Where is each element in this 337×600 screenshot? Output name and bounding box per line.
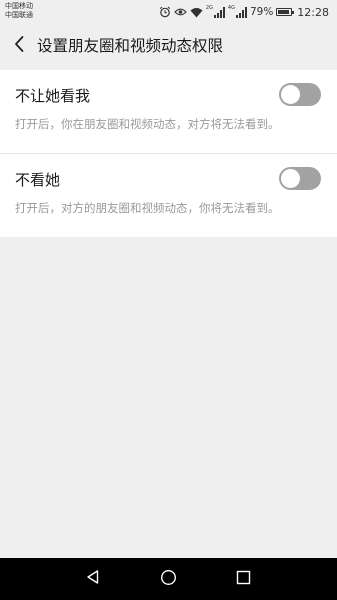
eye-comfort-icon [174, 6, 187, 18]
nav-home-icon [160, 569, 177, 590]
system-nav-bar [0, 558, 337, 600]
setting-description: 打开后，对方的朋友圈和视频动态，你将无法看到。 [15, 201, 280, 215]
carrier-1: 中国移动 [5, 2, 33, 10]
status-indicators: 2G 4G 79% 12:28 [159, 4, 329, 20]
battery-level [278, 10, 290, 14]
nav-recent-icon [236, 570, 251, 589]
hide-her-moments-toggle[interactable] [279, 167, 321, 190]
nav-home-button[interactable] [155, 567, 181, 591]
setting-label: 不看她 [15, 171, 61, 189]
carrier-info: 中国移动 中国联通 [5, 2, 33, 20]
carrier-2: 中国联通 [5, 11, 33, 19]
toggle-knob [281, 85, 300, 104]
wifi-icon [190, 7, 203, 18]
nav-back-button[interactable] [80, 567, 106, 591]
setting-description: 打开后，你在朋友圈和视频动态，对方将无法看到。 [15, 117, 280, 131]
settings-list: 不让她看我 打开后，你在朋友圈和视频动态，对方将无法看到。 不看她 打开后，对方… [0, 70, 337, 237]
nav-back-icon [85, 569, 101, 589]
network-type-1: 2G [205, 5, 213, 11]
page-header: 设置朋友圈和视频动态权限 [0, 24, 337, 68]
network-type-2: 4G [227, 5, 235, 11]
chevron-left-icon [13, 35, 25, 57]
alarm-icon [159, 6, 171, 18]
battery-percent: 79% [249, 6, 274, 18]
hide-moments-from-her-toggle[interactable] [279, 83, 321, 106]
setting-row-hide-moments-from-her[interactable]: 不让她看我 打开后，你在朋友圈和视频动态，对方将无法看到。 [0, 70, 337, 153]
back-button[interactable] [6, 32, 32, 60]
page-title: 设置朋友圈和视频动态权限 [37, 37, 224, 55]
setting-row-hide-her-moments[interactable]: 不看她 打开后，对方的朋友圈和视频动态，你将无法看到。 [0, 154, 337, 237]
toggle-knob [281, 169, 300, 188]
setting-label: 不让她看我 [15, 87, 91, 105]
signal-icon-2 [235, 6, 247, 18]
nav-recent-button[interactable] [230, 567, 256, 591]
status-bar: 中国移动 中国联通 2G 4G 79% 12:28 [0, 0, 337, 24]
battery-icon [276, 8, 295, 16]
signal-icon [213, 6, 225, 18]
clock: 12:28 [297, 5, 329, 19]
